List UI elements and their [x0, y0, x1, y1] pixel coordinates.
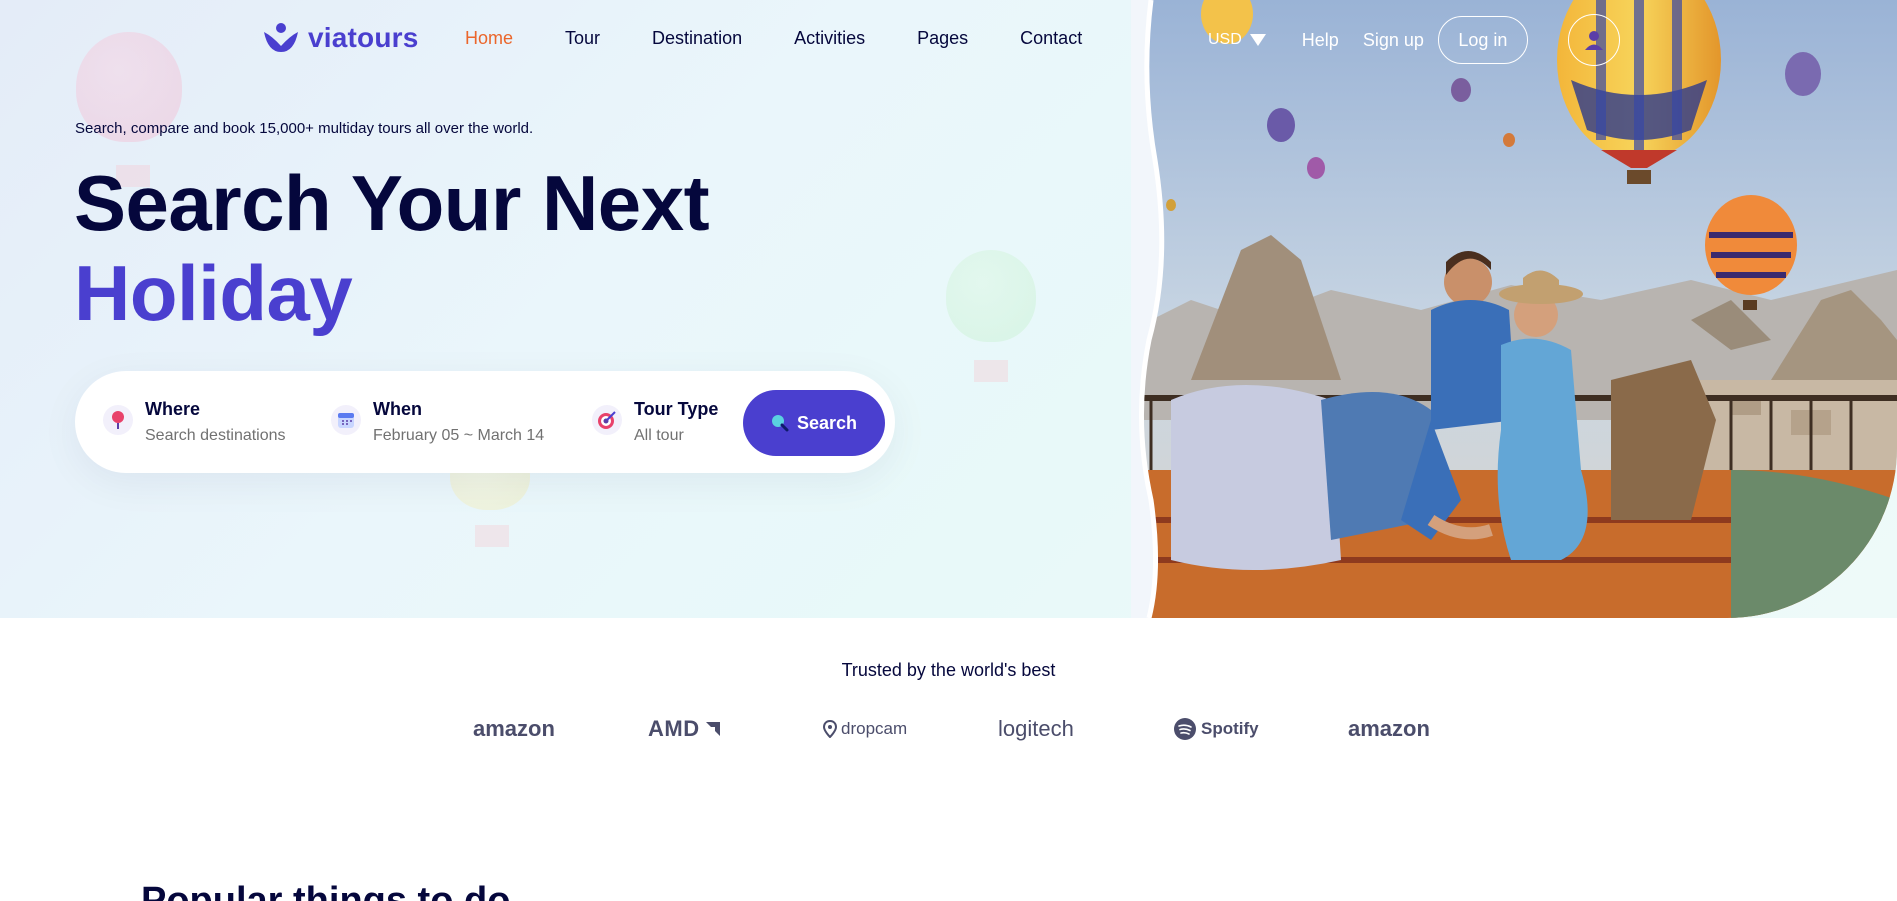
- brand-logo-amd: AMD: [648, 716, 823, 742]
- where-input[interactable]: Search destinations: [145, 427, 286, 445]
- help-link[interactable]: Help: [1302, 30, 1339, 51]
- spotify-logo-text: Spotify: [1201, 719, 1259, 738]
- search-bar: Where Search destinations When February …: [75, 371, 895, 473]
- search-icon: [771, 415, 789, 432]
- when-label: When: [373, 399, 422, 419]
- hero-tagline: Search, compare and book 15,000+ multida…: [75, 120, 534, 137]
- hero-photo-illustration: [1131, 0, 1897, 618]
- where-label: Where: [145, 399, 201, 419]
- tour-type-select[interactable]: All tour: [634, 427, 718, 445]
- amazon-logo-text: amazon: [1348, 716, 1430, 741]
- account-button[interactable]: [1567, 14, 1620, 66]
- tour-type-label: Tour Type: [634, 399, 719, 419]
- target-icon: [592, 405, 622, 435]
- amazon-logo-text: amazon: [473, 716, 555, 741]
- logo-icon: [264, 23, 298, 52]
- hero-title-line2: Holiday: [74, 249, 353, 337]
- hero-photo: [1131, 0, 1897, 618]
- amd-arrow-icon: [705, 722, 720, 736]
- logo-text: viatours: [308, 22, 419, 53]
- header-right: USD Help Sign up Log in: [1208, 14, 1620, 66]
- logitech-logo-text: logitech: [998, 716, 1074, 741]
- photo-edge: [1131, 0, 1165, 618]
- brand-logo-logitech: logitech: [998, 716, 1173, 742]
- spotify-icon: [1174, 718, 1196, 740]
- search-button[interactable]: Search: [743, 390, 885, 456]
- nav-item-contact[interactable]: Contact: [1020, 28, 1082, 49]
- ghost-balloon-basket: [475, 525, 509, 547]
- hero-section: viatours Home Tour Destination Activitie…: [0, 0, 1897, 618]
- search-button-label: Search: [796, 412, 858, 433]
- currency-selector[interactable]: USD: [1208, 31, 1266, 49]
- signup-link[interactable]: Sign up: [1363, 30, 1424, 51]
- calendar-icon: [331, 405, 361, 435]
- ghost-balloon-green: [946, 250, 1036, 342]
- search-field-tour-type[interactable]: Tour Type All tour: [592, 397, 718, 445]
- search-field-when[interactable]: When February 05 ~ March 14: [331, 397, 544, 445]
- brand-logo-spotify: Spotify: [1173, 717, 1348, 741]
- ghost-balloon-basket: [974, 360, 1008, 382]
- nav-item-tour[interactable]: Tour: [565, 28, 600, 49]
- currency-label: USD: [1208, 31, 1242, 48]
- hero-title-line1: Search Your Next: [74, 159, 710, 247]
- login-button[interactable]: Log in: [1437, 16, 1528, 64]
- dropcam-logo-text: dropcam: [841, 719, 908, 738]
- user-icon: [1584, 31, 1603, 50]
- trusted-heading: Trusted by the world's best: [841, 660, 1056, 680]
- nav-item-home[interactable]: Home: [465, 28, 513, 49]
- logo[interactable]: viatours: [262, 22, 419, 54]
- map-pin-icon: [103, 405, 133, 435]
- brand-logo-dropcam: dropcam: [823, 719, 998, 739]
- brand-logo-amazon: amazon: [473, 716, 648, 742]
- main-nav: Home Tour Destination Activities Pages C…: [465, 28, 1134, 49]
- amd-logo-text: AMD: [648, 716, 700, 741]
- nav-item-activities[interactable]: Activities: [794, 28, 865, 49]
- brand-logo-amazon: amazon: [1348, 716, 1523, 742]
- nav-item-destination[interactable]: Destination: [652, 28, 742, 49]
- chevron-down-icon: [1249, 34, 1266, 46]
- dropcam-pin-icon: [823, 720, 837, 738]
- search-field-where[interactable]: Where Search destinations: [103, 397, 286, 445]
- when-input[interactable]: February 05 ~ March 14: [373, 427, 544, 445]
- brand-logos: amazon AMD dropcam logitech Spotify amaz…: [473, 716, 1523, 742]
- nav-item-pages[interactable]: Pages: [917, 28, 968, 49]
- section-heading: Popular things to do: [141, 880, 511, 901]
